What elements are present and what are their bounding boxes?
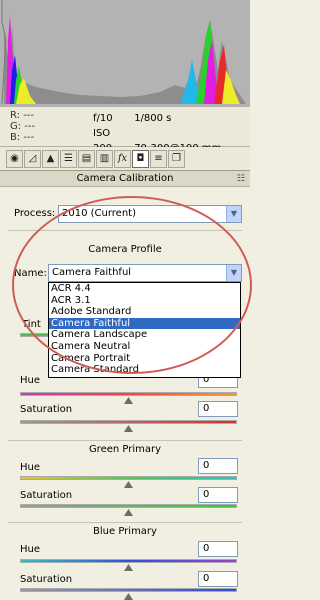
tint-label: Tint bbox=[22, 319, 41, 330]
red-hue-slider[interactable] bbox=[20, 392, 237, 396]
split-toning-icon: ▤ bbox=[81, 153, 92, 164]
blue-saturation-thumb[interactable] bbox=[124, 593, 133, 600]
tab-camera-calibration[interactable]: ◘ bbox=[132, 149, 149, 168]
profile-option[interactable]: Camera Landscape bbox=[49, 329, 240, 341]
hsl-icon: ☰ bbox=[64, 153, 73, 164]
profile-option[interactable]: ACR 4.4 bbox=[49, 283, 240, 295]
shutter-value: 1/800 s bbox=[134, 113, 172, 124]
green-saturation-input[interactable]: 0 bbox=[198, 487, 238, 503]
green-hue-thumb[interactable] bbox=[124, 481, 133, 488]
profile-option[interactable]: Camera Standard bbox=[49, 364, 240, 376]
snapshots-icon: ❐ bbox=[172, 153, 181, 164]
detail-icon: ▲ bbox=[46, 153, 55, 164]
fx-icon: fx bbox=[117, 153, 128, 164]
tab-tone-curve[interactable]: ◿ bbox=[24, 149, 41, 168]
histogram bbox=[0, 0, 250, 107]
tone-curve-icon: ◿ bbox=[28, 153, 37, 164]
chevron-down-icon[interactable]: ▼ bbox=[226, 206, 241, 222]
tab-snapshots[interactable]: ❐ bbox=[168, 149, 185, 168]
presets-icon: ≡ bbox=[154, 153, 163, 164]
green-saturation-slider[interactable] bbox=[20, 504, 237, 508]
blue-hue-slider[interactable] bbox=[20, 559, 237, 563]
profile-option[interactable]: Adobe Standard bbox=[49, 306, 240, 318]
panel-header: Camera Calibration ☷ bbox=[0, 171, 250, 187]
aperture-icon: ◉ bbox=[10, 153, 19, 164]
tab-basic[interactable]: ◉ bbox=[6, 149, 23, 168]
process-select[interactable]: 2010 (Current) ▼ bbox=[58, 205, 242, 223]
blue-primary-title: Blue Primary bbox=[93, 526, 157, 537]
red-hue-label: Hue bbox=[20, 375, 41, 386]
blue-readout: B: --- bbox=[10, 132, 35, 143]
profile-option[interactable]: Camera Faithful bbox=[49, 317, 240, 330]
aperture-value: f/10 bbox=[93, 113, 113, 124]
divider bbox=[8, 522, 242, 523]
red-saturation-slider[interactable] bbox=[20, 420, 237, 424]
green-primary-title: Green Primary bbox=[88, 444, 162, 455]
red-saturation-input[interactable]: 0 bbox=[198, 401, 238, 417]
profile-value: Camera Faithful bbox=[52, 267, 132, 278]
red-saturation-label: Saturation bbox=[20, 404, 73, 415]
green-hue-slider[interactable] bbox=[20, 476, 237, 480]
chevron-down-icon[interactable]: ▼ bbox=[226, 265, 241, 281]
tab-hsl[interactable]: ☰ bbox=[60, 149, 77, 168]
tab-split-toning[interactable]: ▤ bbox=[78, 149, 95, 168]
blue-saturation-slider[interactable] bbox=[20, 588, 237, 592]
red-readout: R: --- bbox=[10, 110, 35, 121]
name-label: Name: bbox=[14, 268, 47, 279]
green-saturation-label: Saturation bbox=[20, 490, 73, 501]
green-hue-label: Hue bbox=[20, 462, 41, 473]
histogram-graph bbox=[0, 0, 250, 107]
rgb-readout: R: --- G: --- B: --- bbox=[10, 110, 50, 143]
camera-profile-title: Camera Profile bbox=[88, 244, 162, 255]
green-hue-input[interactable]: 0 bbox=[198, 458, 238, 474]
tab-lens-corrections[interactable]: ▥ bbox=[96, 149, 113, 168]
lens-corrections-icon: ▥ bbox=[99, 153, 110, 164]
divider bbox=[8, 440, 242, 441]
process-value: 2010 (Current) bbox=[62, 208, 136, 219]
blue-hue-input[interactable]: 0 bbox=[198, 541, 238, 557]
tab-detail[interactable]: ▲ bbox=[42, 149, 59, 168]
green-saturation-thumb[interactable] bbox=[124, 509, 133, 516]
blue-saturation-input[interactable]: 0 bbox=[198, 571, 238, 587]
panel-title: Camera Calibration bbox=[76, 173, 174, 184]
profile-option[interactable]: Camera Portrait bbox=[49, 353, 240, 365]
info-readout: R: --- G: --- B: --- f/10 1/800 s ISO 20… bbox=[0, 107, 250, 154]
red-hue-thumb[interactable] bbox=[124, 397, 133, 404]
green-readout: G: --- bbox=[10, 121, 36, 132]
tab-presets[interactable]: ≡ bbox=[150, 149, 167, 168]
camera-calibration-icon: ◘ bbox=[136, 153, 145, 164]
panel-menu-icon[interactable]: ☷ bbox=[237, 171, 245, 187]
divider bbox=[8, 230, 242, 231]
profile-dropdown-list: ACR 4.4 ACR 3.1 Adobe Standard Camera Faith… bbox=[48, 282, 241, 378]
profile-option[interactable]: ACR 3.1 bbox=[49, 295, 240, 307]
profile-select[interactable]: Camera Faithful ▼ bbox=[48, 264, 242, 282]
red-saturation-thumb[interactable] bbox=[124, 425, 133, 432]
process-label: Process: bbox=[14, 208, 56, 219]
tab-effects[interactable]: fx bbox=[114, 149, 131, 168]
profile-option[interactable]: Camera Neutral bbox=[49, 341, 240, 353]
blue-hue-thumb[interactable] bbox=[124, 564, 133, 571]
blue-hue-label: Hue bbox=[20, 544, 41, 555]
panel-tab-bar: ◉ ◿ ▲ ☰ ▤ ▥ fx ◘ ≡ ❐ bbox=[0, 147, 250, 171]
blue-saturation-label: Saturation bbox=[20, 574, 73, 585]
